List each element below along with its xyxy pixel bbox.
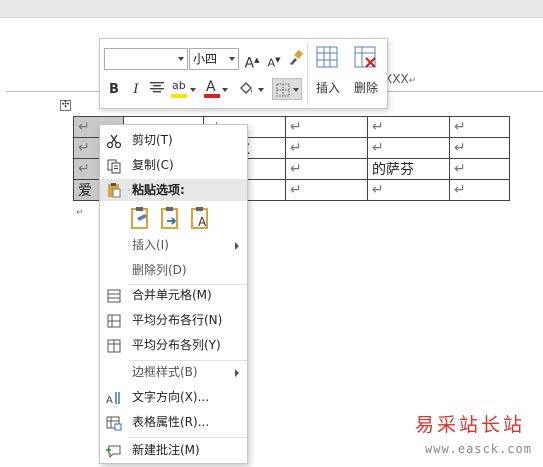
- shading-button[interactable]: [236, 79, 266, 99]
- chevron-down-icon[interactable]: [293, 88, 299, 92]
- highlight-color-bar: [171, 94, 187, 98]
- distribute-rows-icon: [107, 314, 121, 328]
- paste-keep-formatting-icon[interactable]: [130, 206, 152, 230]
- highlight-button[interactable]: ab: [170, 79, 198, 99]
- chevron-down-icon[interactable]: [258, 88, 264, 92]
- table-cell[interactable]: ↵: [367, 137, 450, 159]
- align-center-icon: [150, 82, 164, 93]
- document-text-fragment: XXX↵: [384, 72, 417, 86]
- table-cell[interactable]: ↵: [449, 158, 510, 180]
- copy-icon: [107, 159, 121, 174]
- menu-item-label: 插入(I): [132, 238, 169, 252]
- table-cell[interactable]: ↵: [285, 158, 368, 180]
- italic-button[interactable]: I: [128, 80, 144, 100]
- border-grid-icon: [276, 83, 290, 97]
- menu-item-text-direction[interactable]: A 文字方向(X)...: [100, 385, 247, 410]
- mini-toolbar: 小四 A▲ A▼ B I ab A 插入 删除: [99, 38, 388, 109]
- submenu-arrow-icon: [235, 242, 239, 250]
- chevron-down-icon[interactable]: [229, 57, 235, 61]
- table-cell[interactable]: ↵: [449, 116, 510, 138]
- table-insert-icon: [316, 46, 338, 68]
- table-move-handle[interactable]: ✣: [60, 100, 71, 111]
- menu-item-merge-cells[interactable]: 合并单元格(M): [100, 283, 247, 308]
- chevron-down-icon[interactable]: [178, 57, 184, 61]
- table-properties-icon: [106, 416, 122, 431]
- menu-item-label: 新建批注(M): [132, 443, 200, 457]
- menu-item-label: 表格属性(R)...: [132, 415, 210, 429]
- menu-item-label: 文字方向(X)...: [132, 390, 210, 404]
- text-direction-icon: A: [106, 392, 120, 406]
- menu-item-label: 复制(C): [132, 158, 174, 172]
- paste-text-only-icon[interactable]: A: [190, 206, 212, 230]
- table-cell[interactable]: ↵: [285, 116, 368, 138]
- svg-text:A: A: [198, 215, 207, 229]
- menu-item-delete-column[interactable]: 删除列(D): [100, 258, 247, 283]
- menu-item-distribute-columns[interactable]: 平均分布各列(Y): [100, 333, 247, 358]
- scissors-icon: [106, 134, 122, 149]
- menu-item-distribute-rows[interactable]: 平均分布各行(N): [100, 308, 247, 333]
- menu-item-label: 平均分布各行(N): [132, 313, 223, 327]
- format-painter-button[interactable]: [286, 49, 306, 69]
- font-color-button[interactable]: A: [202, 79, 230, 99]
- clipboard-icon: [108, 183, 121, 198]
- table-cell[interactable]: ↵: [367, 179, 450, 201]
- table-cell[interactable]: ↵: [285, 179, 368, 201]
- menu-item-copy[interactable]: 复制(C): [100, 153, 247, 178]
- menu-item-insert[interactable]: 插入(I): [100, 233, 247, 258]
- font-color-bar: [204, 94, 220, 98]
- menu-item-table-properties[interactable]: 表格属性(R)...: [100, 410, 247, 435]
- table-cell[interactable]: ↵: [449, 137, 510, 159]
- watermark-title: 易采站长站: [415, 414, 526, 436]
- menu-item-label: 删除列(D): [132, 263, 187, 277]
- font-size-combobox[interactable]: 小四: [189, 48, 239, 70]
- paste-options-header: 粘贴选项:: [100, 179, 247, 201]
- insert-label[interactable]: 插入: [308, 79, 348, 96]
- delete-table-button[interactable]: [350, 45, 382, 74]
- menu-item-border-styles[interactable]: 边框样式(B): [100, 360, 247, 385]
- menu-item-new-comment[interactable]: 新建批注(M): [100, 438, 247, 463]
- paint-bucket-icon: [240, 82, 252, 94]
- font-size-value: 小四: [193, 52, 218, 66]
- shrink-font-button[interactable]: A▼: [266, 50, 282, 70]
- center-align-button[interactable]: [148, 80, 166, 100]
- menu-item-label: 合并单元格(M): [132, 288, 212, 302]
- delete-label[interactable]: 删除: [346, 79, 386, 96]
- chevron-down-icon[interactable]: [190, 88, 196, 92]
- context-menu: 剪切(T) 复制(C) 粘贴选项: A 插入(I) 删除列(D) 合并单元格(M…: [99, 124, 248, 464]
- paste-options-label: 粘贴选项:: [132, 183, 185, 197]
- borders-button[interactable]: [272, 78, 302, 100]
- submenu-arrow-icon: [235, 369, 239, 377]
- grow-font-button[interactable]: A▲: [244, 50, 260, 72]
- paragraph-mark: ↵: [76, 208, 84, 218]
- chevron-down-icon[interactable]: [222, 88, 228, 92]
- svg-text:A: A: [106, 395, 113, 406]
- table-delete-icon: [354, 46, 376, 68]
- watermark-url: www.easck.com: [425, 442, 532, 456]
- brush-icon: [290, 49, 304, 65]
- menu-item-label: 剪切(T): [132, 133, 173, 147]
- distribute-columns-icon: [107, 339, 121, 353]
- table-cell[interactable]: ↵: [367, 116, 450, 138]
- merge-cells-icon: [107, 289, 121, 303]
- window-top-bar: [0, 0, 543, 18]
- table-cell[interactable]: ↵: [285, 137, 368, 159]
- bold-button[interactable]: B: [106, 80, 122, 100]
- insert-table-button[interactable]: [312, 45, 344, 74]
- menu-item-label: 边框样式(B): [132, 365, 198, 379]
- font-name-combobox[interactable]: [104, 48, 188, 70]
- new-comment-icon: [106, 445, 121, 459]
- table-cell[interactable]: ↵: [449, 179, 510, 201]
- table-cell[interactable]: 的萨芬: [367, 158, 450, 180]
- paste-merge-formatting-icon[interactable]: [160, 206, 182, 230]
- menu-item-cut[interactable]: 剪切(T): [100, 128, 247, 153]
- menu-item-label: 平均分布各列(Y): [132, 338, 221, 352]
